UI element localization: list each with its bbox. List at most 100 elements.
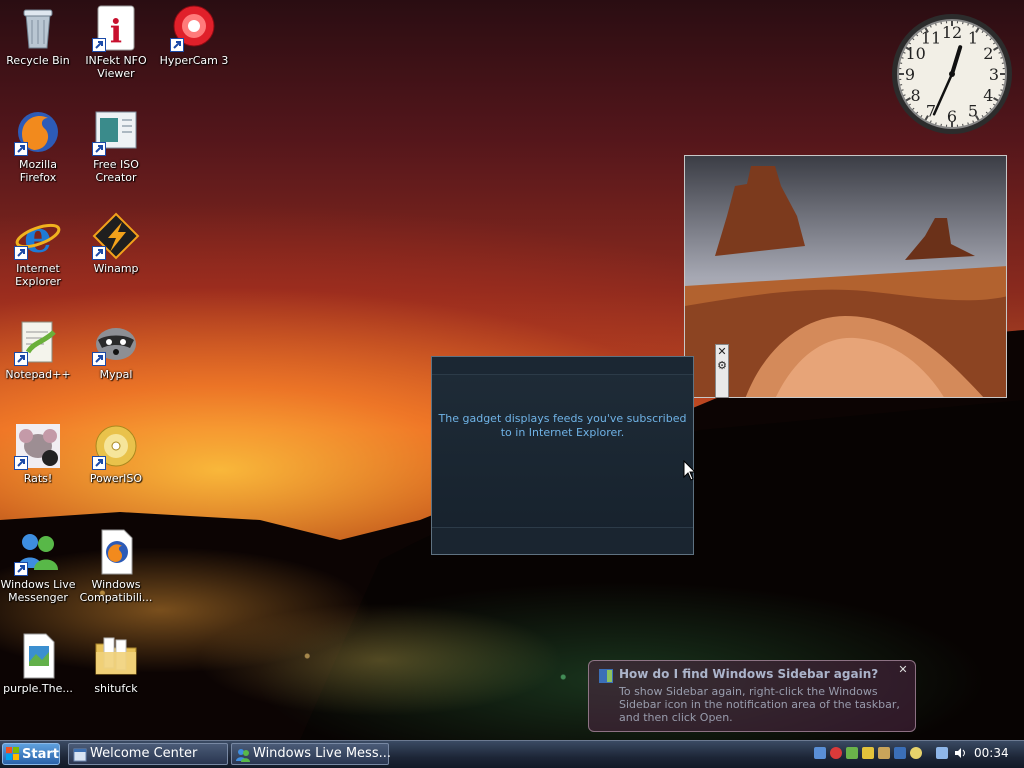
icon-label: HyperCam 3 — [159, 54, 229, 67]
desktop-icon-notepad-plus-plus[interactable]: Notepad++ — [0, 318, 76, 381]
clock-tick — [967, 122, 969, 125]
image-file-icon — [14, 632, 62, 680]
mouse-cursor-icon — [683, 460, 697, 481]
desktop-icon-winamp[interactable]: Winamp — [78, 212, 154, 275]
info-icon: i — [92, 4, 140, 52]
volume-icon[interactable] — [954, 747, 966, 759]
desktop-icon-recycle-bin[interactable]: Recycle Bin — [0, 4, 76, 67]
notepad-plus-plus-icon — [14, 318, 62, 366]
window-icon — [73, 748, 87, 762]
desktop-icon-windows-live-messenger[interactable]: Windows Live Messenger — [0, 528, 76, 604]
desktop-icon-mypal[interactable]: Mypal — [78, 318, 154, 381]
antivirus-tray-icon[interactable] — [830, 747, 842, 759]
sidebar-tray-icon[interactable] — [894, 747, 906, 759]
desktop-icon-free-iso-creator[interactable]: Free ISO Creator — [78, 108, 154, 184]
security-tray-icon[interactable] — [878, 747, 890, 759]
shortcut-arrow-icon — [14, 246, 28, 260]
start-button[interactable]: Start — [2, 743, 60, 765]
taskbar-button-label: Windows Live Mess... — [253, 746, 391, 761]
rats-icon — [14, 422, 62, 470]
icon-label: Winamp — [93, 262, 139, 275]
hypercam-icon — [170, 4, 218, 52]
icon-label: PowerISO — [89, 472, 143, 485]
taskbar-button-windows-live-messenger[interactable]: Windows Live Mess... — [231, 743, 391, 765]
messenger-icon — [14, 528, 62, 576]
network-connection-icon[interactable] — [936, 747, 948, 759]
clock-tick — [967, 23, 969, 26]
slideshow-gadget[interactable] — [684, 155, 1007, 398]
clock-number: 11 — [921, 29, 941, 48]
recycle-bin-icon — [14, 4, 62, 52]
desktop-icon-rats[interactable]: Rats! — [0, 422, 76, 485]
shortcut-arrow-icon — [14, 352, 28, 366]
clock-tick — [901, 57, 904, 59]
network-tray-icon[interactable] — [814, 747, 826, 759]
shortcut-arrow-icon — [14, 142, 28, 156]
clock-tick — [1000, 57, 1003, 59]
desktop-icon-windows-compatibility[interactable]: Windows Compatibili... — [78, 528, 154, 604]
notification-text: To show Sidebar again, right-click the W… — [619, 685, 900, 724]
clock-number: 4 — [983, 86, 993, 105]
gadget-options-button[interactable]: ⚙ — [716, 359, 728, 373]
desktop-icon-purple-the[interactable]: purple.The... — [0, 632, 76, 695]
icon-label: Notepad++ — [5, 368, 71, 381]
disc-tray-icon[interactable] — [910, 747, 922, 759]
clock-face: 12 1234567891011 — [892, 14, 1012, 134]
clock-number: 3 — [989, 65, 999, 84]
desktop-icon-shitufck[interactable]: shitufck — [78, 632, 154, 695]
shortcut-arrow-icon — [92, 246, 106, 260]
clock-number: 8 — [911, 86, 921, 105]
slideshow-image — [685, 156, 1006, 397]
folder-icon — [92, 632, 140, 680]
icon-label: Mypal — [99, 368, 133, 381]
clock-tick — [935, 23, 937, 26]
sidebar-icon — [599, 669, 613, 683]
svg-text:i: i — [110, 12, 122, 50]
gadget-controls: ✕ ⚙ — [715, 344, 729, 398]
shortcut-arrow-icon — [92, 352, 106, 366]
raccoon-icon — [92, 318, 140, 366]
shortcut-arrow-icon — [92, 142, 106, 156]
clock-gadget[interactable]: 12 1 2 3 4 5 6 7 8 9 10 11 — [890, 12, 1014, 136]
icon-label: Internet Explorer — [15, 262, 61, 288]
feed-headlines-gadget[interactable]: The gadget displays feeds you've subscri… — [431, 356, 694, 555]
taskbar: Start Welcome Center Windows Live Mess..… — [0, 740, 1024, 768]
desktop-icon-mozilla-firefox[interactable]: Mozilla Firefox — [0, 108, 76, 184]
windows-logo-icon — [6, 747, 19, 760]
clock-number: 2 — [983, 44, 993, 63]
desktop-icon-poweriso[interactable]: PowerISO — [78, 422, 154, 485]
shortcut-arrow-icon — [92, 38, 106, 52]
start-label: Start — [22, 747, 59, 762]
desktop-icon-hypercam-3[interactable]: HyperCam 3 — [156, 4, 232, 67]
desktop-icon-internet-explorer[interactable]: e Internet Explorer — [0, 212, 76, 288]
messenger-icon — [236, 749, 250, 762]
internet-explorer-icon: e — [14, 212, 62, 263]
icon-label: Recycle Bin — [6, 54, 70, 67]
icon-label: Windows Compatibili... — [79, 578, 153, 604]
clock-number: 9 — [905, 65, 915, 84]
firefox-icon — [14, 108, 62, 156]
shortcut-arrow-icon — [14, 562, 28, 576]
icon-label: INFekt NFO Viewer — [85, 54, 147, 80]
messenger-tray-icon[interactable] — [862, 747, 874, 759]
icon-label: Free ISO Creator — [93, 158, 139, 184]
icon-label: purple.The... — [3, 682, 73, 695]
shortcut-arrow-icon — [170, 38, 184, 52]
clock-tick — [901, 89, 904, 91]
icon-label: Windows Live Messenger — [0, 578, 76, 604]
shortcut-arrow-icon — [92, 456, 106, 470]
desktop-icon-infekt-nfo-viewer[interactable]: i INFekt NFO Viewer — [78, 4, 154, 80]
iso-creator-icon — [92, 108, 140, 156]
update-tray-icon[interactable] — [846, 747, 858, 759]
gadget-close-button[interactable]: ✕ — [716, 345, 728, 359]
taskbar-button-label: Welcome Center — [90, 746, 198, 761]
feed-gadget-footer — [432, 527, 693, 554]
icon-label: Rats! — [23, 472, 53, 485]
notification-close-button[interactable]: ✕ — [897, 664, 909, 676]
icon-label: Mozilla Firefox — [19, 158, 57, 184]
notification-balloon[interactable]: How do I find Windows Sidebar again? To … — [588, 660, 916, 732]
taskbar-clock[interactable]: 00:34 — [974, 746, 1009, 760]
document-firefox-icon — [92, 528, 140, 576]
notification-area: 00:34 — [812, 743, 1022, 765]
taskbar-button-welcome-center[interactable]: Welcome Center — [68, 743, 228, 765]
